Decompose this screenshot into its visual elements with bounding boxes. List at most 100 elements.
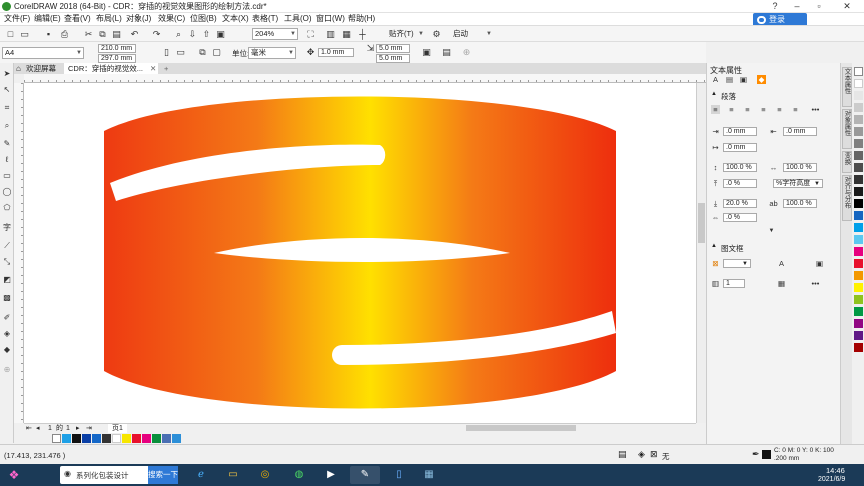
swatch-white[interactable]	[854, 79, 863, 88]
export-icon[interactable]: ⇧	[200, 28, 213, 40]
character-icon[interactable]: A	[711, 75, 720, 84]
align-right-icon[interactable]: ≡	[759, 105, 768, 114]
expand-arrow-icon[interactable]: ▼	[767, 227, 776, 236]
launch-dropdown[interactable]: 启动 ▼	[450, 28, 494, 40]
fit-frame-icon[interactable]: ▣	[815, 259, 824, 268]
close-tab-icon[interactable]: ✕	[148, 63, 156, 74]
cut-icon[interactable]: ✂	[82, 28, 95, 40]
outline-pen-icon[interactable]: ✒	[752, 449, 760, 460]
swatch-lime[interactable]	[854, 295, 863, 304]
swatch-black[interactable]	[854, 199, 863, 208]
page-height-field[interactable]: 297.0 mm	[98, 54, 136, 63]
no-color-swatch[interactable]	[854, 67, 863, 76]
swatch-light-cyan[interactable]	[854, 235, 863, 244]
swatch-magenta[interactable]	[142, 434, 151, 443]
more-frame-options-icon[interactable]: •••	[811, 279, 820, 288]
swatch-dark-red[interactable]	[854, 343, 863, 352]
save-icon[interactable]: ▪	[42, 28, 55, 40]
swatch-sky-blue[interactable]	[172, 434, 181, 443]
space-before-field[interactable]: .0 %	[723, 179, 757, 188]
show-grid-icon[interactable]: ▦	[340, 28, 353, 40]
menu-view[interactable]: 查看(V)	[64, 13, 91, 25]
fill-indicator-icon[interactable]: ▤	[618, 449, 627, 460]
media-player-icon[interactable]: ▶	[316, 466, 346, 484]
options-gear-icon[interactable]: ⚙	[430, 28, 443, 40]
swatch-green[interactable]	[152, 434, 161, 443]
all-pages-icon[interactable]: ⧉	[196, 46, 209, 58]
menu-effects[interactable]: 效果(C)	[158, 13, 185, 25]
horizontal-ruler[interactable]	[24, 74, 706, 83]
pick-tool-icon[interactable]: ➤	[2, 69, 12, 79]
shape-tool-icon[interactable]: ↖	[2, 85, 12, 95]
smart-fill-icon[interactable]: ◆	[2, 345, 12, 355]
menu-file[interactable]: 文件(F)	[4, 13, 30, 25]
connector-tool-icon[interactable]: ⤡	[2, 257, 12, 267]
show-guidelines-icon[interactable]: ┼	[356, 28, 369, 40]
tablet-app-icon[interactable]: ▯	[384, 466, 414, 484]
align-left-icon[interactable]: ≡	[727, 105, 736, 114]
interwoven-band-graphic[interactable]	[24, 83, 696, 423]
calculator-icon[interactable]: ▦	[414, 466, 444, 484]
print-icon[interactable]: ⎙	[58, 28, 71, 40]
rectangle-tool-icon[interactable]: ▭	[2, 171, 12, 181]
swatch-gray-60[interactable]	[854, 151, 863, 160]
menu-layout[interactable]: 布局(L)	[96, 13, 122, 25]
vertical-align-icon[interactable]: A	[777, 259, 786, 268]
char-spacing-field[interactable]: 100.0 %	[783, 163, 817, 172]
crop-tool-icon[interactable]: ⌗	[2, 103, 12, 113]
more-options-icon[interactable]: •••	[811, 105, 820, 114]
add-tool-icon[interactable]: ⊕	[2, 365, 12, 375]
current-page-icon[interactable]: ▢	[210, 46, 223, 58]
columns-field[interactable]: 1	[723, 279, 745, 288]
start-button-icon[interactable]: ❖	[4, 466, 24, 484]
swatch-gray-20[interactable]	[854, 103, 863, 112]
side-tab-transform[interactable]: 变换	[842, 151, 852, 173]
ellipse-tool-icon[interactable]: ◯	[2, 187, 12, 197]
paragraph-section-header[interactable]: ▲ 段落	[707, 91, 841, 105]
snap-to-dropdown[interactable]: 贴齐(T) ▼	[386, 28, 426, 40]
parallel-dimension-icon[interactable]: ⟋	[2, 241, 12, 251]
drop-shadow-icon[interactable]: ◩	[2, 275, 12, 285]
frame-fill-combo[interactable]: ▼	[723, 259, 751, 268]
interactive-fill-icon[interactable]: ◈	[2, 329, 12, 339]
swatch-cyan[interactable]	[62, 434, 71, 443]
frame-icon[interactable]: ▣	[739, 75, 748, 84]
show-rulers-icon[interactable]: ▥	[324, 28, 337, 40]
swatch-violet[interactable]	[854, 331, 863, 340]
word-spacing-field[interactable]: 100.0 %	[783, 199, 817, 208]
swatch-gray-70[interactable]	[854, 163, 863, 172]
coreldraw-taskbar-icon[interactable]: ✎	[350, 466, 380, 484]
search-button[interactable]: 搜索一下	[148, 466, 178, 484]
nudge-distance-field[interactable]: 1.0 mm	[318, 48, 354, 57]
zoom-level-combo[interactable]: 204% ▼	[252, 28, 298, 40]
landscape-icon[interactable]: ▭	[174, 46, 187, 58]
import-icon[interactable]: ⇩	[186, 28, 199, 40]
vertical-scrollbar[interactable]	[696, 83, 706, 423]
swatch-gray-40[interactable]	[854, 127, 863, 136]
page-width-field[interactable]: 210.0 mm	[98, 44, 136, 53]
menu-bitmaps[interactable]: 位图(B)	[190, 13, 217, 25]
page-size-combo[interactable]: A4 ▼	[2, 47, 84, 59]
menu-edit[interactable]: 编辑(E)	[34, 13, 61, 25]
side-tab-text-properties[interactable]: 文本属性	[842, 67, 852, 107]
frame-section-header[interactable]: ▲ 图文框	[707, 243, 841, 257]
add-page-icon[interactable]: ⊕	[460, 46, 473, 58]
swatch-white[interactable]	[112, 434, 121, 443]
force-justify-icon[interactable]: ≡	[791, 105, 800, 114]
swatch-cyan[interactable]	[854, 223, 863, 232]
swatch-mid-blue[interactable]	[92, 434, 101, 443]
swatch-gray-90[interactable]	[854, 187, 863, 196]
space-after-field[interactable]: 20.0 %	[723, 199, 757, 208]
no-color-swatch[interactable]	[52, 434, 61, 443]
wechat-icon[interactable]: ◍	[284, 466, 314, 484]
close-button[interactable]: ✕	[830, 0, 864, 13]
swatch-gray-50[interactable]	[854, 139, 863, 148]
swatch-orange[interactable]	[854, 271, 863, 280]
chrome-icon[interactable]: ◎	[250, 466, 280, 484]
menu-object[interactable]: 对象(J)	[126, 13, 151, 25]
maximize-button[interactable]: ▫	[808, 0, 830, 13]
swatch-dark-gray[interactable]	[102, 434, 111, 443]
side-tab-object-properties[interactable]: 对象属性	[842, 109, 852, 149]
polygon-tool-icon[interactable]: ⬠	[2, 203, 12, 213]
left-indent-field[interactable]: .0 mm	[723, 127, 757, 136]
